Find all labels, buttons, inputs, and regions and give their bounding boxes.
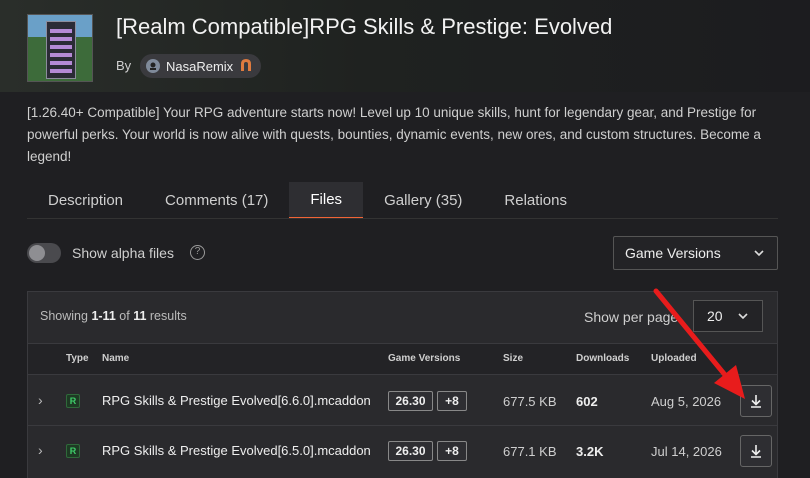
by-label: By xyxy=(116,58,132,73)
download-count: 3.2K xyxy=(576,444,604,459)
game-versions-dropdown[interactable]: Game Versions xyxy=(613,236,778,270)
per-page-value: 20 xyxy=(707,308,723,324)
chevron-down-icon xyxy=(754,250,764,257)
file-size: 677.1 KB xyxy=(503,444,557,459)
author-name: NasaRemix xyxy=(166,58,234,74)
upload-date: Aug 5, 2026 xyxy=(651,394,722,409)
help-icon[interactable]: ? xyxy=(190,245,205,260)
file-size: 677.5 KB xyxy=(503,394,557,409)
file-name[interactable]: RPG Skills & Prestige Evolved[6.5.0].mca… xyxy=(102,443,371,458)
author-avatar xyxy=(146,59,160,73)
file-name[interactable]: RPG Skills & Prestige Evolved[6.6.0].mca… xyxy=(102,393,371,408)
chevron-down-icon xyxy=(738,313,748,320)
release-type-badge: R xyxy=(66,444,80,458)
download-icon xyxy=(751,445,761,458)
results-summary: Showing 1-11 of 11 results xyxy=(40,309,187,323)
column-uploaded[interactable]: Uploaded xyxy=(651,353,697,364)
toggle-knob xyxy=(29,245,45,261)
more-versions-tag[interactable]: +8 xyxy=(437,441,467,461)
tab-files[interactable]: Files xyxy=(289,182,364,219)
column-downloads[interactable]: Downloads xyxy=(576,353,629,364)
alpha-files-label: Show alpha files xyxy=(72,245,174,261)
download-count: 602 xyxy=(576,394,598,409)
alpha-files-toggle[interactable] xyxy=(27,243,61,263)
tab-comments[interactable]: Comments (17) xyxy=(144,182,289,219)
column-name[interactable]: Name xyxy=(102,353,129,364)
column-type[interactable]: Type xyxy=(66,353,89,364)
per-page-label: Show per page xyxy=(584,309,679,325)
creator-badge-icon xyxy=(239,58,253,75)
download-button[interactable] xyxy=(740,385,772,417)
tabs-divider xyxy=(27,218,778,219)
release-type-badge: R xyxy=(66,394,80,408)
game-version-tag: 26.30 xyxy=(388,441,433,461)
project-description: [1.26.40+ Compatible] Your RPG adventure… xyxy=(27,105,761,164)
expand-row-icon[interactable]: › xyxy=(38,442,43,458)
tab-gallery[interactable]: Gallery (35) xyxy=(363,182,483,219)
project-thumbnail[interactable] xyxy=(27,14,93,82)
column-size[interactable]: Size xyxy=(503,353,523,364)
row-divider xyxy=(28,425,777,426)
column-game-versions[interactable]: Game Versions xyxy=(388,353,460,364)
more-versions-tag[interactable]: +8 xyxy=(437,391,467,411)
project-tabs: Description Comments (17) Files Gallery … xyxy=(27,182,588,219)
project-title: [Realm Compatible]RPG Skills & Prestige:… xyxy=(116,14,613,39)
expand-row-icon[interactable]: › xyxy=(38,392,43,408)
download-button[interactable] xyxy=(740,435,772,467)
upload-date: Jul 14, 2026 xyxy=(651,444,722,459)
game-versions-label: Game Versions xyxy=(625,245,721,261)
tab-relations[interactable]: Relations xyxy=(483,182,588,219)
per-page-dropdown[interactable]: 20 xyxy=(693,300,763,332)
game-version-tag: 26.30 xyxy=(388,391,433,411)
author-chip[interactable]: NasaRemix xyxy=(140,54,262,78)
tab-description[interactable]: Description xyxy=(27,182,144,219)
download-icon xyxy=(751,395,761,408)
